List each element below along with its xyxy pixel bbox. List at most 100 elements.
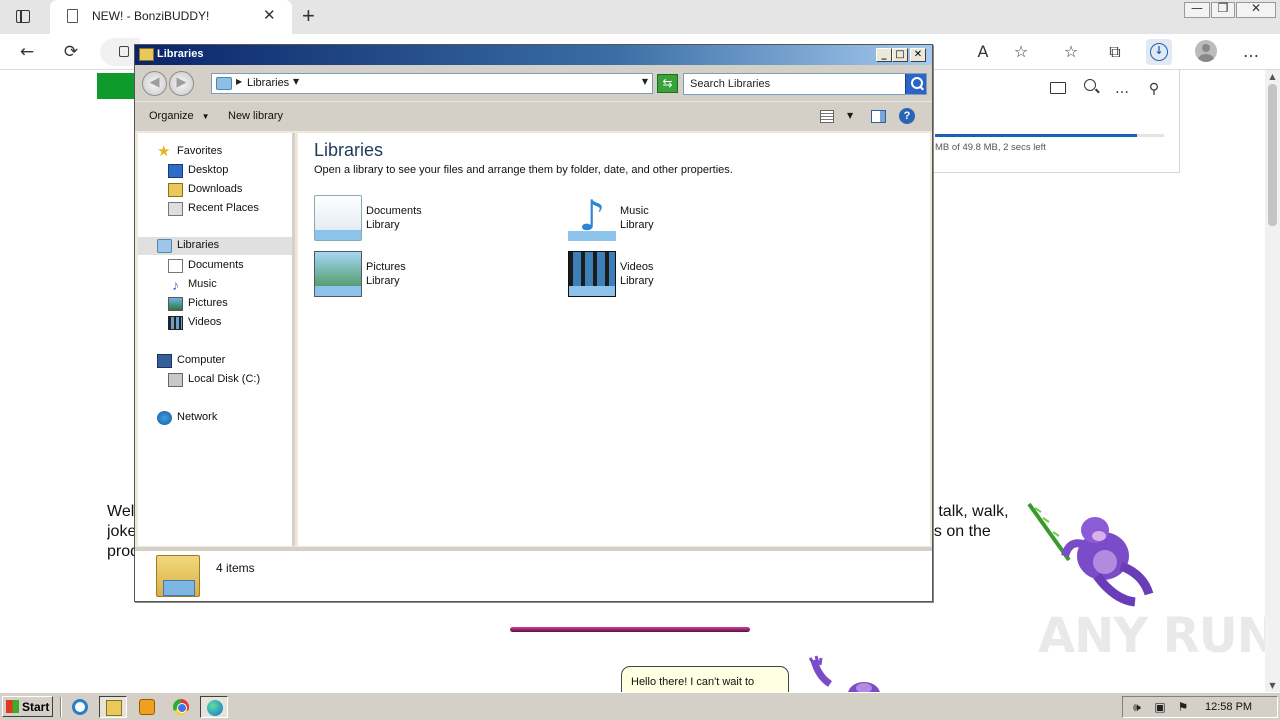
window-minimize-button[interactable]: — [1184,1,1210,18]
back-button[interactable]: ← [14,39,40,65]
libraries-icon [216,77,232,90]
scrollbar-thumb[interactable] [1268,84,1277,226]
explorer-title-bar[interactable]: Libraries _ □ ✕ [135,45,932,65]
windows-logo-icon [6,700,19,713]
star-icon: ★ [157,143,171,160]
music-icon: ♪ [172,277,179,293]
lock-icon[interactable] [119,46,129,57]
breadcrumb-libraries[interactable]: Libraries [247,77,289,89]
speech-bubble-text: Hello there! I can't wait to [631,676,755,688]
tab-actions-button[interactable] [12,7,34,27]
browser-tab-bonzibuddy[interactable]: NEW! - BonziBUDDY! ✕ [50,0,292,34]
explorer-window-libraries: Libraries _ □ ✕ ◀ ▶ ▶ Libraries ▼ ▼ ⇆ Se… [134,44,933,602]
library-item-documents[interactable]: Documents Library [314,195,554,245]
browser-tab-strip: NEW! - BonziBUDDY! ✕ + — ❐ ✕ [0,0,1280,34]
item-count: 4 items [216,561,255,575]
pictures-library-icon [314,251,362,297]
explorer-close-button[interactable]: ✕ [910,48,926,62]
scroll-down-icon[interactable]: ▼ [1265,681,1280,690]
nav-label: Computer [177,354,226,366]
edge-icon [207,700,223,716]
taskbar-chrome[interactable] [167,696,195,718]
page-green-banner [97,73,137,99]
documents-library-icon [314,195,362,241]
documents-icon [168,259,183,273]
taskbar: Start 🕪 ▣ ⚑ 12:58 PM [0,692,1280,720]
change-view-icon[interactable] [820,110,834,123]
explorer-details-pane: 4 items [135,547,932,601]
nav-label: Pictures [188,297,228,309]
nav-label: Local Disk (C:) [188,373,261,385]
nav-label: Videos [188,316,222,328]
explorer-minimize-button[interactable]: _ [876,48,892,62]
media-player-icon [139,699,155,715]
explorer-address-bar[interactable]: ▶ Libraries ▼ ▼ [211,73,653,94]
tab-title: NEW! - BonziBUDDY! [92,9,210,23]
add-favorite-icon[interactable]: ☆ [1008,39,1034,65]
explorer-forward-button[interactable]: ▶ [169,71,194,96]
nav-label: Network [177,411,218,423]
read-aloud-icon[interactable]: A [970,39,996,65]
breadcrumb-chevron-icon[interactable]: ▶ [236,77,242,86]
more-options-icon[interactable]: … [1111,78,1133,100]
taskbar-internet-explorer[interactable] [66,696,94,718]
pin-icon[interactable]: ⚲ [1143,78,1165,100]
taskbar-media-player[interactable] [133,696,161,718]
tab-close-button[interactable]: ✕ [263,8,276,23]
restore-icon: ❐ [1217,1,1229,15]
collections-icon[interactable]: ⧉ [1102,39,1128,65]
downloads-button[interactable]: ↓ [1146,39,1172,65]
search-icon[interactable] [905,74,926,94]
refresh-go-button[interactable]: ⇆ [657,74,678,93]
nav-item-libraries[interactable]: Libraries [138,237,292,255]
preview-pane-icon[interactable] [871,110,886,123]
new-tab-button[interactable]: + [302,3,315,29]
library-item-music[interactable]: ♪ Music Library [568,195,808,245]
download-status-text: MB of 49.8 MB, 2 secs left [935,142,1046,153]
clock[interactable]: 12:58 PM [1205,701,1252,713]
nav-label: Favorites [177,145,223,157]
bonzi-gorilla-swinging-image [1027,502,1154,607]
start-button[interactable]: Start [2,696,53,717]
library-item-pictures[interactable]: Pictures Library [314,251,554,301]
chevron-down-icon: ▼ [201,112,210,121]
network-status-icon[interactable]: ▣ [1153,700,1167,714]
library-name: Videos [620,261,654,273]
page-scrollbar[interactable]: ▲ ▼ [1265,70,1280,692]
explorer-back-button[interactable]: ◀ [142,71,167,96]
refresh-button[interactable]: ⟳ [58,39,84,65]
explorer-command-bar: Organize ▼ New library ▼ ? [135,101,932,131]
organize-menu-button[interactable]: Organize ▼ [149,110,210,122]
explorer-content-pane: Libraries Open a library to see your fil… [298,133,930,546]
help-icon[interactable]: ? [899,108,915,124]
content-description: Open a library to see your files and arr… [314,164,733,176]
content-heading: Libraries [314,140,384,160]
taskbar-edge[interactable] [200,696,228,718]
chrome-icon [173,699,189,715]
settings-more-icon[interactable]: … [1238,39,1264,65]
taskbar-windows-explorer[interactable] [99,696,127,718]
breadcrumb-dropdown-icon[interactable]: ▼ [293,77,299,86]
window-close-button[interactable]: ✕ [1236,1,1276,18]
action-center-flag-icon[interactable]: ⚑ [1176,700,1190,714]
open-downloads-folder-icon[interactable] [1050,82,1066,94]
volume-icon[interactable]: 🕪 [1130,700,1144,714]
window-restore-button[interactable]: ❐ [1211,1,1235,18]
search-downloads-icon[interactable] [1084,79,1096,91]
explorer-maximize-button[interactable]: □ [892,48,908,62]
new-library-button[interactable]: New library [228,110,283,122]
library-type: Library [366,219,400,231]
recent-places-icon [168,202,183,216]
view-options-dropdown-icon[interactable]: ▼ [847,111,853,120]
scroll-up-icon[interactable]: ▲ [1265,72,1280,81]
anyrun-watermark: ANY RUN [1038,608,1277,664]
address-history-dropdown-icon[interactable]: ▼ [642,77,648,86]
profile-avatar[interactable] [1195,40,1217,62]
search-placeholder: Search Libraries [690,78,771,90]
page-divider [510,627,750,632]
library-item-videos[interactable]: Videos Library [568,251,808,301]
nav-label: Recent Places [188,202,259,214]
explorer-navigation-bar: ◀ ▶ ▶ Libraries ▼ ▼ ⇆ Search Libraries [135,65,932,101]
explorer-search-input[interactable]: Search Libraries [683,73,927,95]
favorites-icon[interactable]: ☆ [1058,39,1084,65]
